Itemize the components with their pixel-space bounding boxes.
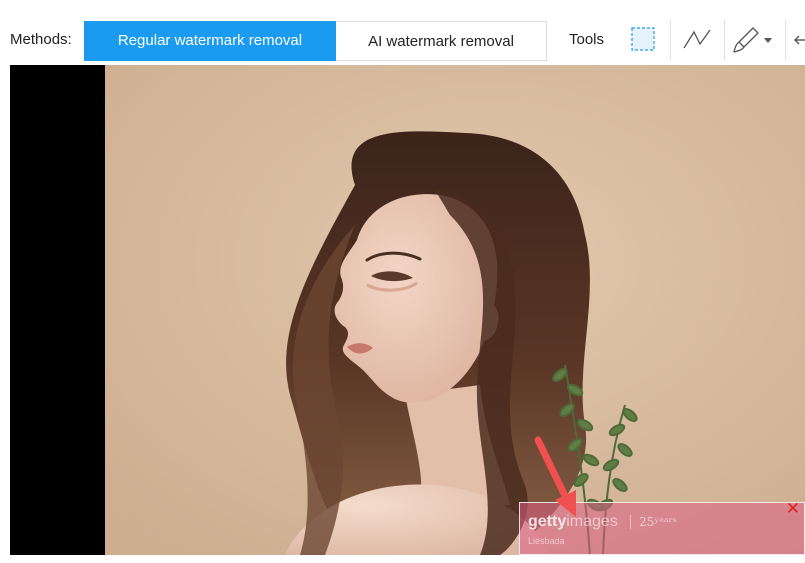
tools-label: Tools [569,31,605,48]
ai-watermark-removal-button[interactable]: AI watermark removal [336,21,547,61]
watermark-logo-text: gettyimages [528,513,618,530]
tool-divider [785,20,786,60]
methods-label: Methods: [10,31,72,48]
portrait-photo [105,65,805,555]
close-icon[interactable]: ✕ [786,499,800,519]
brush-icon[interactable] [730,24,762,56]
regular-watermark-removal-button[interactable]: Regular watermark removal [84,21,336,61]
tool-divider [724,20,725,60]
undo-icon[interactable] [793,24,805,56]
chevron-down-icon[interactable] [761,24,775,56]
image-canvas[interactable]: gettyimages 25ʸᵉᵃʳˢ Liesbada ✕ [10,65,805,555]
polyline-icon[interactable] [681,24,713,56]
watermark-selection[interactable]: gettyimages 25ʸᵉᵃʳˢ Liesbada ✕ [519,499,805,555]
watermark-credit-text: Liesbada [528,536,565,546]
toolbar: Methods: Regular watermark removal AI wa… [0,0,805,64]
watermark-years-text: 25ʸᵉᵃʳˢ [630,515,677,529]
tool-divider [670,20,671,60]
rectangle-select-icon[interactable] [627,24,659,56]
